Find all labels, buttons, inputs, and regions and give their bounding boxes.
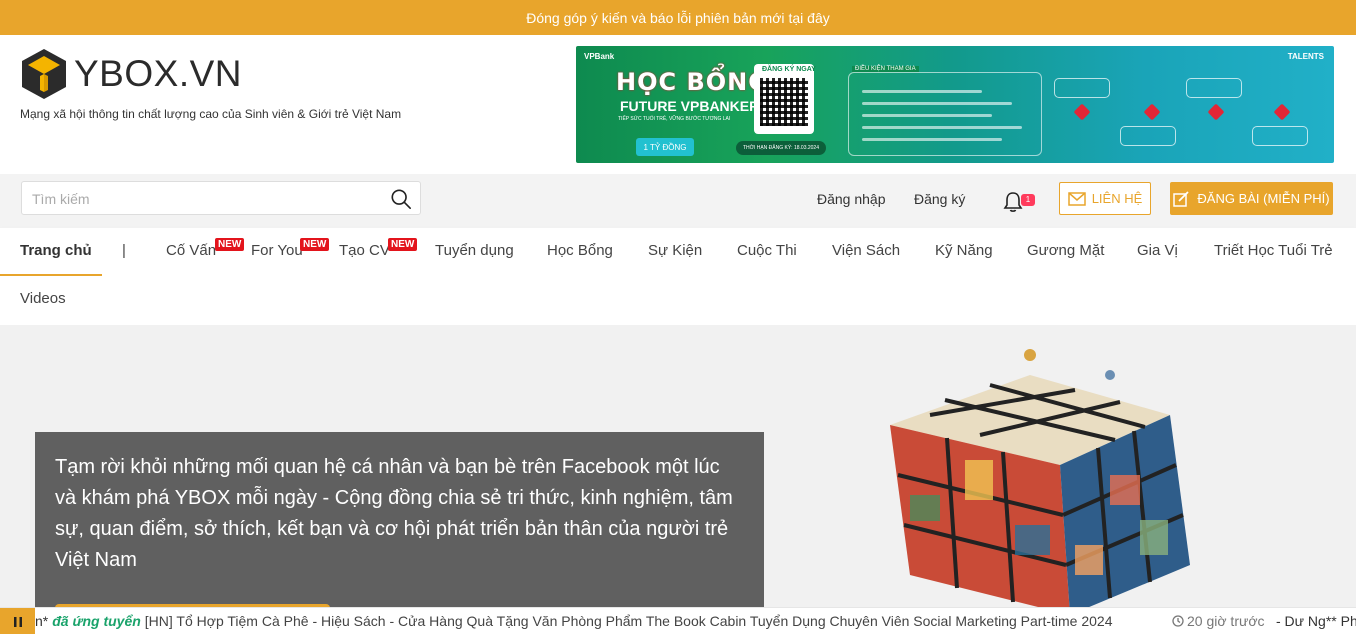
nav-tuyen-dung[interactable]: Tuyển dụng <box>435 242 514 259</box>
toolbar: Đăng nhập Đăng ký 1 LIÊN HỆ ĐĂNG BÀI (MI… <box>0 174 1356 228</box>
edit-icon <box>1173 190 1190 207</box>
vpbank-scholarship-banner[interactable]: VPBank HỌC BỔNG FUTURE VPBANKER TIẾP SỨC… <box>576 46 1334 163</box>
nav-videos[interactable]: Videos <box>20 290 66 307</box>
search-input[interactable] <box>32 189 372 209</box>
ticker-pause-button[interactable] <box>0 608 35 634</box>
nav-vien-sach[interactable]: Viện Sách <box>832 242 900 259</box>
nav-guong-mat[interactable]: Gương Mặt <box>1027 242 1104 259</box>
banner-marker-icon <box>1273 103 1291 121</box>
header: YBOX.VN Mạng xã hội thông tin chất lượng… <box>0 35 1356 174</box>
ticker-next-user: - Dư Ng** Ph** <box>1276 613 1356 629</box>
banner-step <box>1252 126 1308 146</box>
feedback-bar: Đóng góp ý kiến và báo lỗi phiên bản mới… <box>0 0 1356 35</box>
notification-badge: 1 <box>1021 194 1035 206</box>
new-badge: NEW <box>215 238 245 251</box>
ticker-content: n* đã ứng tuyển [HN] Tổ Hợp Tiệm Cà Phê … <box>35 613 1113 629</box>
banner-deadline: THỜI HẠN ĐĂNG KÝ: 18.03.2024 <box>736 141 826 155</box>
main-nav: Trang chủ | Cố Vấn NEW For You NEW Tạo C… <box>0 228 1356 325</box>
banner-step <box>1186 78 1242 98</box>
banner-text-line <box>862 114 992 117</box>
nav-home[interactable]: Trang chủ <box>20 242 92 259</box>
logo-text: YBOX.VN <box>74 53 242 94</box>
login-link[interactable]: Đăng nhập <box>817 191 886 207</box>
search-box <box>21 181 421 215</box>
rubiks-cube-illustration <box>890 349 1190 607</box>
tagline: Mạng xã hội thông tin chất lượng cao của… <box>20 107 402 121</box>
ticker-title-link[interactable]: [HN] Tổ Hợp Tiệm Cà Phê - Hiệu Sách - Cử… <box>145 613 1113 629</box>
nav-cuoc-thi[interactable]: Cuộc Thi <box>737 242 797 259</box>
banner-subtitle: FUTURE VPBANKER <box>620 98 760 114</box>
nav-tao-cv[interactable]: Tạo CV <box>339 242 390 259</box>
pause-icon <box>13 616 22 627</box>
ticker-time: 20 giờ trước <box>1172 613 1265 629</box>
banner-brand: VPBank <box>584 52 615 61</box>
banner-prize: 1 TỶ ĐỒNG <box>636 138 694 156</box>
contact-label: LIÊN HỆ <box>1091 191 1143 206</box>
register-link[interactable]: Đăng ký <box>914 191 965 207</box>
mail-icon <box>1067 191 1086 206</box>
new-badge: NEW <box>388 238 418 251</box>
hero-intro-text: Tạm rời khỏi những mối quan hệ cá nhân v… <box>55 456 733 571</box>
nav-separator: | <box>122 242 126 259</box>
banner-talents: TALENTS <box>1287 52 1324 61</box>
nav-ky-nang[interactable]: Kỹ Năng <box>935 242 993 259</box>
banner-text-line <box>862 126 1022 129</box>
feedback-text: Đóng góp ý kiến và báo lỗi phiên bản mới <box>526 9 785 26</box>
banner-text-line <box>862 102 1012 105</box>
activity-ticker: n* đã ứng tuyển [HN] Tổ Hợp Tiệm Cà Phê … <box>0 607 1356 634</box>
qr-code-icon <box>760 78 808 126</box>
ticker-time-text: 20 giờ trước <box>1187 613 1265 629</box>
post-free-button[interactable]: ĐĂNG BÀI (MIỄN PHÍ) <box>1170 182 1333 215</box>
banner-step <box>1120 126 1176 146</box>
contact-button[interactable]: LIÊN HỆ <box>1059 182 1151 215</box>
banner-register-label: ĐĂNG KÝ NGAY <box>762 66 816 73</box>
banner-marker-icon <box>1207 103 1225 121</box>
nav-co-van[interactable]: Cố Vấn <box>166 242 216 259</box>
logo[interactable]: YBOX.VN <box>20 48 242 100</box>
banner-slogan: TIẾP SỨC TUỔI TRẺ, VỮNG BƯỚC TƯƠNG LAI <box>618 116 731 122</box>
hero-section: Tạm rời khỏi những mối quan hệ cá nhân v… <box>0 325 1356 607</box>
banner-step <box>1054 78 1110 98</box>
clock-icon <box>1172 615 1184 627</box>
logo-cube-icon <box>22 49 66 99</box>
nav-gia-vi[interactable]: Gia Vị <box>1137 242 1178 259</box>
search-icon[interactable] <box>390 188 412 210</box>
nav-for-you[interactable]: For You <box>251 242 303 259</box>
nav-active-indicator <box>0 274 102 276</box>
banner-conditions-title: ĐIỀU KIỆN THAM GIA <box>852 66 919 72</box>
nav-hoc-bong[interactable]: Học Bổng <box>547 242 613 259</box>
banner-text-line <box>862 90 982 93</box>
ticker-action: đã ứng tuyển <box>52 613 141 629</box>
banner-title: HỌC BỔNG <box>616 68 769 96</box>
banner-marker-icon <box>1143 103 1161 121</box>
hero-intro-box: Tạm rời khỏi những mối quan hệ cá nhân v… <box>35 432 764 607</box>
ticker-user: n* <box>35 613 49 629</box>
banner-marker-icon <box>1073 103 1091 121</box>
nav-triet-hoc-tuoi-tre[interactable]: Triết Học Tuổi Trẻ <box>1214 242 1333 259</box>
banner-text-line <box>862 138 1002 141</box>
feedback-link[interactable]: tại đây <box>788 10 829 26</box>
nav-su-kien[interactable]: Sự Kiện <box>648 242 702 259</box>
post-free-label: ĐĂNG BÀI (MIỄN PHÍ) <box>1197 191 1330 206</box>
new-badge: NEW <box>300 238 330 251</box>
